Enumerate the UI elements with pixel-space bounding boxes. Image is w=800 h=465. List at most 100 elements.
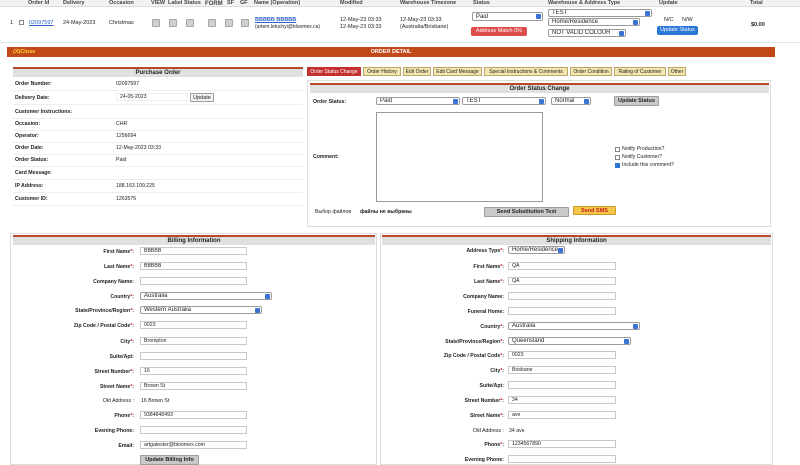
billing-state-value: Western Australia <box>144 307 191 313</box>
shipping-street-name-input[interactable]: ave <box>508 411 616 419</box>
choose-files-button[interactable]: Выбор файлов <box>315 209 351 215</box>
col-order-id: Order Id <box>28 0 50 6</box>
billing-suite-input[interactable] <box>140 352 247 360</box>
billing-suite-label: Suite/Apt: <box>109 354 135 360</box>
order-status-select[interactable]: Paid <box>376 97 460 105</box>
warehouse-status-select[interactable]: TEST <box>462 97 546 105</box>
address-type-select[interactable]: Home/Residence <box>548 18 640 26</box>
billing-zip-input[interactable]: 0023 <box>140 321 247 329</box>
billing-city-label: City*: <box>120 339 134 345</box>
send-sms-button[interactable]: Send SMS <box>573 206 616 215</box>
billing-last-name-label: Last Name*: <box>103 264 134 270</box>
status-change-title: Order Status Change <box>310 83 769 93</box>
update-delivery-button[interactable]: Update <box>190 93 214 102</box>
colour-select[interactable]: NOT VALID COLOUR <box>548 29 626 37</box>
customer-name-link[interactable]: BBBBB BBBBB <box>255 17 296 23</box>
shipping-suite-input[interactable] <box>508 381 616 389</box>
shipping-first-name-label: First Name*: <box>473 264 504 270</box>
shipping-phone-input[interactable]: 1234567890 <box>508 440 616 448</box>
shipping-country-value: Australia <box>512 323 536 329</box>
label-text: Last Name <box>473 279 501 285</box>
address-type-value: Home/Residence <box>552 19 599 25</box>
tab-rating-of-customer[interactable]: Rating of Customer <box>614 67 666 76</box>
update-billing-button[interactable]: Update Billing Info <box>140 455 199 465</box>
tab-order-condition[interactable]: Order Condition <box>570 67 612 76</box>
po-value: 188.163.109.225 <box>116 183 155 189</box>
status-icon[interactable] <box>186 19 194 27</box>
label-icon[interactable] <box>169 19 177 27</box>
warehouse-select[interactable]: TEST <box>548 9 652 17</box>
tab-special-instructions[interactable]: Special Instructions & Comments <box>484 67 568 76</box>
tab-other[interactable]: Other <box>668 67 686 76</box>
billing-state-select[interactable]: Western Australia <box>140 306 262 314</box>
billing-country-select[interactable]: Australia <box>140 292 272 300</box>
delivery-date: 24-May-2023 <box>63 20 96 26</box>
shipping-first-name-input[interactable]: QA <box>508 262 616 270</box>
notify-production-checkbox[interactable] <box>615 147 620 152</box>
billing-street-number-input[interactable]: 16 <box>140 367 247 375</box>
shipping-company-label: Company Name: <box>463 294 504 300</box>
shipping-address-type-select[interactable]: Home/Residence <box>508 246 565 254</box>
label-text: First Name <box>103 249 131 255</box>
select-arrow-icon <box>453 99 458 104</box>
label-text: First Name <box>473 264 501 270</box>
tab-edit-card-message[interactable]: Edit Card Message <box>433 67 482 76</box>
shipping-zip-label: Zip Code / Postal Code*: <box>443 353 504 359</box>
select-arrow-icon <box>633 20 638 25</box>
shipping-country-select[interactable]: Australia <box>508 322 640 330</box>
notify-customer-checkbox[interactable] <box>615 155 620 160</box>
tab-order-history[interactable]: Order History <box>363 67 401 76</box>
billing-city-input[interactable]: Brompton <box>140 337 247 345</box>
status-select[interactable]: Paid <box>472 12 543 21</box>
shipping-company-input[interactable] <box>508 292 616 300</box>
shipping-country-label: Country*: <box>480 324 504 330</box>
priority-select[interactable]: Normal <box>551 97 591 105</box>
tab-order-status-change[interactable]: Order Status Change <box>307 67 361 76</box>
billing-first-name-input[interactable]: BBBBB <box>140 247 247 255</box>
form-icon[interactable] <box>208 19 216 27</box>
billing-company-input[interactable] <box>140 277 247 285</box>
shipping-zip-input[interactable]: 0023 <box>508 351 616 359</box>
col-occasion: Occasion <box>109 0 134 6</box>
po-label: Customer ID: <box>15 196 48 202</box>
update-status-panel-button[interactable]: Update Status <box>614 96 659 106</box>
shipping-evening-phone-input[interactable] <box>508 455 616 463</box>
order-detail-title: ORDER DETAIL <box>370 49 412 55</box>
update-status-button[interactable]: Update Status <box>657 26 698 35</box>
shipping-city-input[interactable]: Brisbane <box>508 366 616 374</box>
billing-last-name-input[interactable]: BBBBB <box>140 262 247 270</box>
modified-date: 12-May-23 03:33 <box>340 17 382 23</box>
order-id-link[interactable]: 02097597 <box>29 20 53 26</box>
send-substitution-button[interactable]: Send Substitution Text <box>484 207 569 217</box>
label-text: City <box>120 339 131 345</box>
billing-phone-input[interactable]: 9384848493 <box>140 411 247 419</box>
billing-state-label: State/Province/Region*: <box>75 308 134 314</box>
tab-edit-order[interactable]: Edit Order <box>403 67 431 76</box>
billing-email-input[interactable]: artgatester@bloomex.com <box>140 441 247 449</box>
delivery-date-input[interactable]: 24-05-2023 <box>116 93 188 101</box>
shipping-last-name-input[interactable]: QA <box>508 277 616 285</box>
gf-icon[interactable] <box>241 19 249 27</box>
billing-street-name-input[interactable]: Brown St <box>140 382 247 390</box>
order-detail-bar: (X)Close ORDER DETAIL <box>7 47 775 57</box>
shipping-state-select[interactable]: Queensland <box>508 337 631 345</box>
include-comment-checkbox[interactable] <box>615 163 620 168</box>
po-ip-address: IP Address: 188.163.109.225 <box>13 179 303 193</box>
select-arrow-icon <box>558 248 563 253</box>
priority-value: Normal <box>555 98 575 104</box>
shipping-funeral-input[interactable] <box>508 307 616 315</box>
select-arrow-icon <box>624 339 629 344</box>
col-delivery: Delivery <box>63 0 85 6</box>
comment-textarea[interactable] <box>376 112 543 202</box>
sf-icon[interactable] <box>225 19 233 27</box>
shipping-street-number-input[interactable]: 34 <box>508 396 616 404</box>
label-text: Country <box>110 294 131 300</box>
shipping-address-type-label: Address Type*: <box>466 248 504 254</box>
no-files-label: файлы не выбраны <box>360 209 412 215</box>
view-icon[interactable] <box>152 19 160 27</box>
billing-phone-label: Phone*: <box>114 413 134 419</box>
shipping-funeral-label: Funeral Home: <box>467 309 504 315</box>
billing-evening-phone-input[interactable] <box>140 426 247 434</box>
row-checkbox[interactable] <box>19 20 24 25</box>
shipping-street-name-label: Street Name*: <box>469 413 504 419</box>
